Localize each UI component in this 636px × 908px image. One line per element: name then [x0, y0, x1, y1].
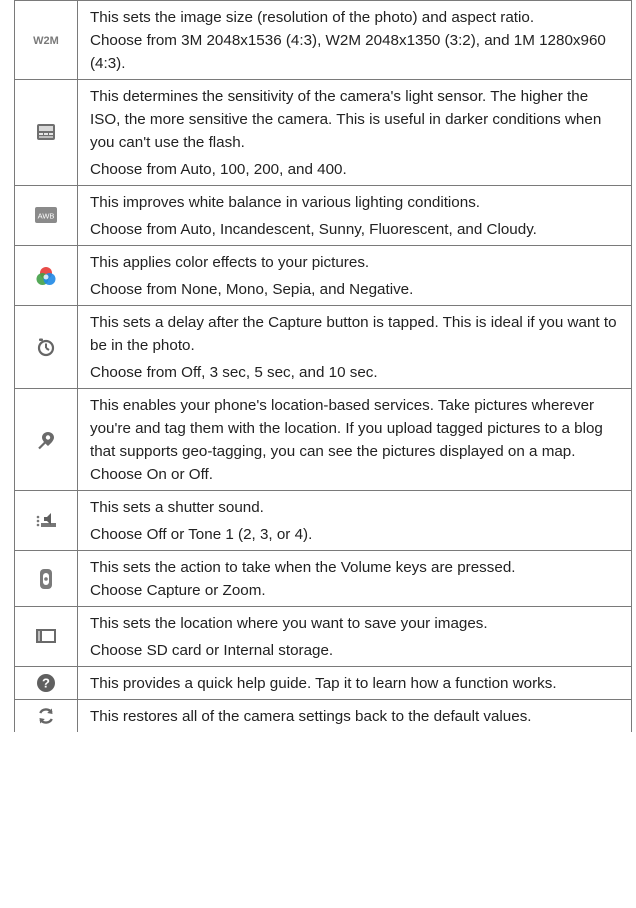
image-size-w2m-icon: W2M — [33, 32, 59, 48]
svg-text:?: ? — [42, 676, 50, 691]
description-text: This sets the image size (resolution of … — [90, 9, 535, 26]
table-row: This applies color effects to your pictu… — [14, 245, 632, 306]
description-text: This provides a quick help guide. Tap it… — [90, 675, 557, 692]
setting-description: This sets a shutter sound. Choose Off or… — [77, 490, 632, 551]
options-text: Choose from Auto, Incandescent, Sunny, F… — [90, 221, 537, 238]
table-row: This sets a delay after the Capture butt… — [14, 305, 632, 389]
icon-cell — [14, 606, 78, 667]
setting-description: This sets the location where you want to… — [77, 606, 632, 667]
description-text: This sets the action to take when the Vo… — [90, 559, 516, 576]
description-text: This enables your phone's location-based… — [90, 397, 603, 460]
table-row: ? This provides a quick help guide. Tap … — [14, 666, 632, 700]
options-text: Choose from Auto, 100, 200, and 400. — [90, 161, 347, 178]
icon-cell: W2M — [14, 0, 78, 80]
table-row: This restores all of the camera settings… — [14, 699, 632, 732]
table-row: This enables your phone's location-based… — [14, 388, 632, 491]
options-text: Choose SD card or Internal storage. — [90, 642, 334, 659]
description-text: This sets a shutter sound. — [90, 499, 264, 516]
icon-cell: ? — [14, 666, 78, 700]
geotagging-icon — [36, 430, 56, 450]
icon-cell — [14, 305, 78, 389]
icon-cell — [14, 490, 78, 551]
white-balance-awb-icon: AWB — [35, 207, 57, 224]
w2m-icon-text: W2M — [33, 35, 59, 47]
table-row: This sets the action to take when the Vo… — [14, 550, 632, 607]
icon-cell — [14, 245, 78, 306]
icon-cell: AWB — [14, 185, 78, 246]
setting-description: This determines the sensitivity of the c… — [77, 79, 632, 186]
icon-cell — [14, 699, 78, 732]
iso-icon — [36, 123, 56, 141]
color-effect-icon — [36, 266, 56, 286]
setting-description: This sets the image size (resolution of … — [77, 0, 632, 80]
timer-icon — [36, 337, 56, 357]
icon-cell — [14, 388, 78, 491]
options-text: Choose from None, Mono, Sepia, and Negat… — [90, 281, 414, 298]
table-row: AWB This improves white balance in vario… — [14, 185, 632, 246]
help-icon: ? — [36, 673, 56, 693]
reset-icon — [36, 706, 56, 726]
icon-cell — [14, 79, 78, 186]
description-text: This applies color effects to your pictu… — [90, 254, 370, 271]
camera-settings-table: W2M This sets the image size (resolution… — [14, 0, 632, 732]
shutter-sound-icon — [35, 511, 57, 529]
description-text: This sets the location where you want to… — [90, 615, 488, 632]
setting-description: This sets the action to take when the Vo… — [77, 550, 632, 607]
options-text: Choose On or Off. — [90, 466, 213, 483]
setting-description: This enables your phone's location-based… — [77, 388, 632, 491]
setting-description: This applies color effects to your pictu… — [77, 245, 632, 306]
description-text: This improves white balance in various l… — [90, 194, 481, 211]
setting-description: This sets a delay after the Capture butt… — [77, 305, 632, 389]
description-text: This restores all of the camera settings… — [90, 708, 532, 725]
description-text: This determines the sensitivity of the c… — [90, 88, 602, 151]
description-text: This sets a delay after the Capture butt… — [90, 314, 617, 354]
table-row: W2M This sets the image size (resolution… — [14, 0, 632, 80]
awb-icon-text: AWB — [38, 212, 55, 221]
options-text: Choose from 3M 2048x1536 (4:3), W2M 2048… — [90, 32, 606, 72]
table-row: This sets the location where you want to… — [14, 606, 632, 667]
setting-description: This improves white balance in various l… — [77, 185, 632, 246]
table-row: This determines the sensitivity of the c… — [14, 79, 632, 186]
volume-key-icon — [39, 568, 53, 590]
setting-description: This restores all of the camera settings… — [77, 699, 632, 732]
setting-description: This provides a quick help guide. Tap it… — [77, 666, 632, 700]
storage-icon — [35, 628, 57, 644]
icon-cell — [14, 550, 78, 607]
options-text: Choose Off or Tone 1 (2, 3, or 4). — [90, 526, 313, 543]
options-text: Choose Capture or Zoom. — [90, 582, 266, 599]
table-row: This sets a shutter sound. Choose Off or… — [14, 490, 632, 551]
options-text: Choose from Off, 3 sec, 5 sec, and 10 se… — [90, 364, 378, 381]
